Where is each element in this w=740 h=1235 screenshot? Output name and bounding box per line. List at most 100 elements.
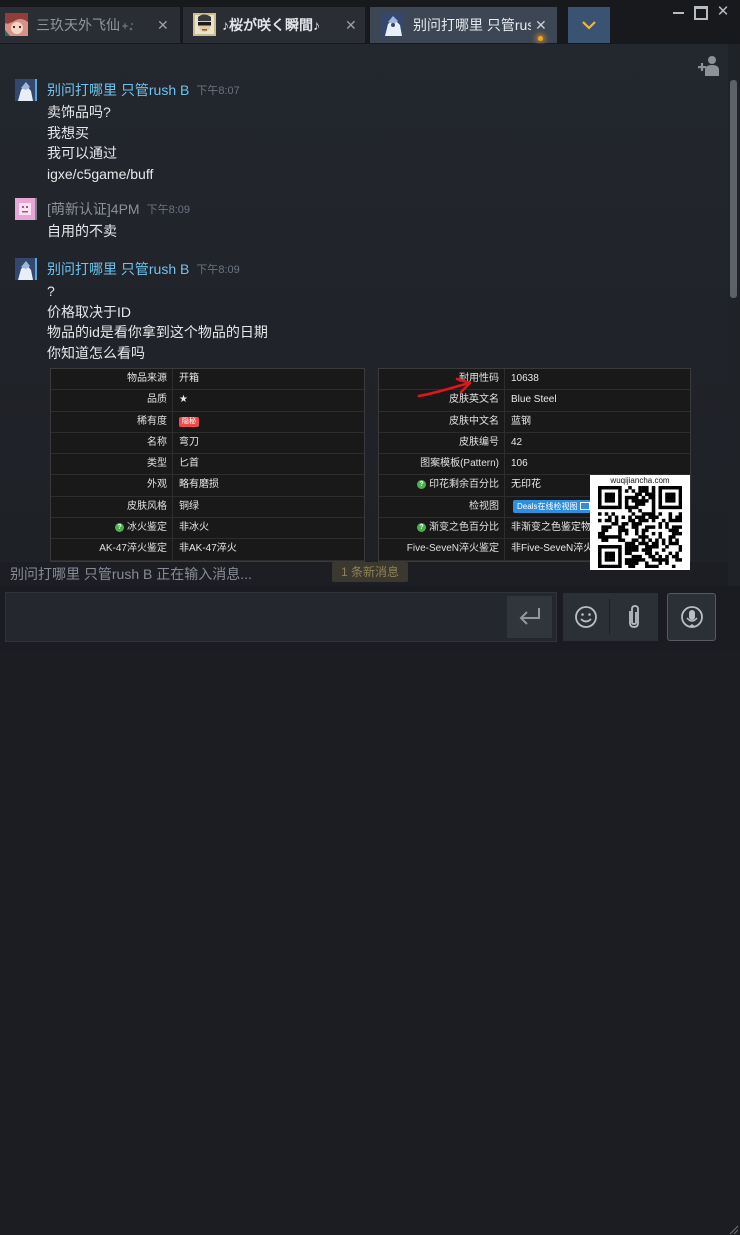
send-button[interactable] (507, 596, 552, 638)
message-input[interactable] (6, 593, 504, 641)
qr-module (648, 554, 652, 559)
qr-module (601, 538, 605, 542)
qr-module (638, 492, 642, 497)
qr-module (641, 518, 646, 523)
qr-module (651, 499, 656, 503)
qr-module (638, 522, 642, 526)
sender-name[interactable]: 别问打哪里 只管rush B (47, 258, 189, 280)
qr-module (661, 518, 666, 523)
qr-module (614, 515, 619, 519)
voice-chat-button[interactable] (667, 593, 716, 641)
maximize-button[interactable] (693, 5, 709, 20)
window-close-button[interactable]: ✕ (715, 4, 731, 19)
qr-module (645, 525, 649, 529)
qr-module (618, 531, 622, 536)
qr-module (604, 512, 609, 516)
qr-module (631, 489, 636, 493)
add-friend-icon[interactable] (697, 54, 721, 78)
close-icon[interactable]: ✕ (157, 16, 169, 34)
qr-module (645, 528, 649, 533)
qr-module (598, 486, 602, 490)
tab-chat-active[interactable]: 别问打哪里 只管rus ✕ (370, 7, 557, 43)
qr-module (665, 545, 669, 549)
qr-module (598, 489, 602, 493)
qr-module (608, 551, 612, 556)
sender-name[interactable]: [萌新认证]4PM (47, 198, 140, 220)
qr-module (624, 499, 629, 503)
qr-module (645, 512, 649, 516)
qr-module (645, 548, 649, 552)
qr-module (671, 499, 676, 503)
message-text: 物品的id是看你拿到这个物品的日期 (47, 324, 268, 340)
qr-module (641, 486, 646, 490)
new-messages-button[interactable]: 1 条新消息 (332, 562, 408, 582)
qr-module (624, 502, 629, 506)
resize-grip-icon[interactable] (727, 1223, 739, 1235)
qr-module (608, 518, 612, 523)
qr-module (598, 554, 602, 559)
attach-file-button[interactable] (610, 593, 658, 641)
qr-module (618, 505, 622, 510)
qr-module (668, 538, 673, 542)
tab-chat-1[interactable]: 三玖天外飞仙 ✕ (0, 7, 180, 43)
qr-module (601, 525, 605, 529)
qr-module (634, 495, 639, 500)
friend-avatar[interactable] (15, 79, 37, 101)
qr-module (598, 548, 602, 552)
qr-module (618, 525, 622, 529)
qr-module (645, 518, 649, 523)
qr-module (678, 486, 682, 490)
qr-module (638, 518, 642, 523)
qr-module (655, 545, 659, 549)
qr-module (668, 495, 673, 500)
friend-avatar[interactable] (15, 198, 37, 220)
chat-scrollbar[interactable] (728, 44, 740, 588)
qr-module (628, 515, 632, 519)
tab-avatar (193, 13, 216, 36)
close-icon[interactable]: ✕ (535, 16, 547, 34)
qr-module (658, 561, 663, 565)
message-input-box[interactable] (5, 592, 557, 642)
friend-avatar[interactable] (15, 258, 37, 280)
emoji-button[interactable] (563, 593, 609, 641)
qr-module (621, 525, 626, 529)
tab-chat-2[interactable]: ♪桜が咲く瞬間♪ ✕ (183, 7, 365, 43)
sender-name[interactable]: 别问打哪里 只管rush B (47, 79, 189, 101)
qr-module (665, 486, 669, 490)
qr-module (645, 551, 649, 556)
qr-module (658, 522, 663, 526)
qr-module (611, 564, 615, 568)
qr-module (671, 492, 676, 497)
qr-module (618, 548, 622, 552)
qr-module (618, 551, 622, 556)
qr-module (604, 495, 609, 500)
qr-module (678, 548, 682, 552)
qr-module (631, 545, 636, 549)
qr-module (641, 548, 646, 552)
minimize-button[interactable] (671, 5, 687, 19)
qr-module (671, 531, 676, 536)
qr-module (628, 551, 632, 556)
tab-dropdown-button[interactable] (568, 7, 610, 43)
scrollbar-thumb[interactable] (730, 80, 737, 298)
qr-module (631, 505, 636, 510)
qr-module (604, 545, 609, 549)
qr-module (671, 535, 676, 539)
qr-module (675, 528, 679, 533)
qr-module (634, 558, 639, 562)
qr-module (671, 564, 676, 568)
qr-module (628, 505, 632, 510)
tab-label: ♪桜が咲く瞬間♪ (222, 17, 320, 33)
timestamp: 下午8:09 (196, 264, 240, 276)
qr-module (611, 495, 615, 500)
qr-module (675, 515, 679, 519)
qr-module (608, 535, 612, 539)
qr-module (668, 515, 673, 519)
message-group: 别问打哪里 只管rush B 下午8:09 ? 价格取决于ID 物品的id是看你… (15, 258, 675, 363)
message-group: [萌新认证]4PM 下午8:09 自用的不卖 (15, 198, 675, 242)
tab-label: 别问打哪里 只管rus (413, 17, 531, 33)
qr-module (598, 551, 602, 556)
qr-module (598, 512, 602, 516)
qr-module (645, 486, 649, 490)
close-icon[interactable]: ✕ (345, 16, 357, 34)
